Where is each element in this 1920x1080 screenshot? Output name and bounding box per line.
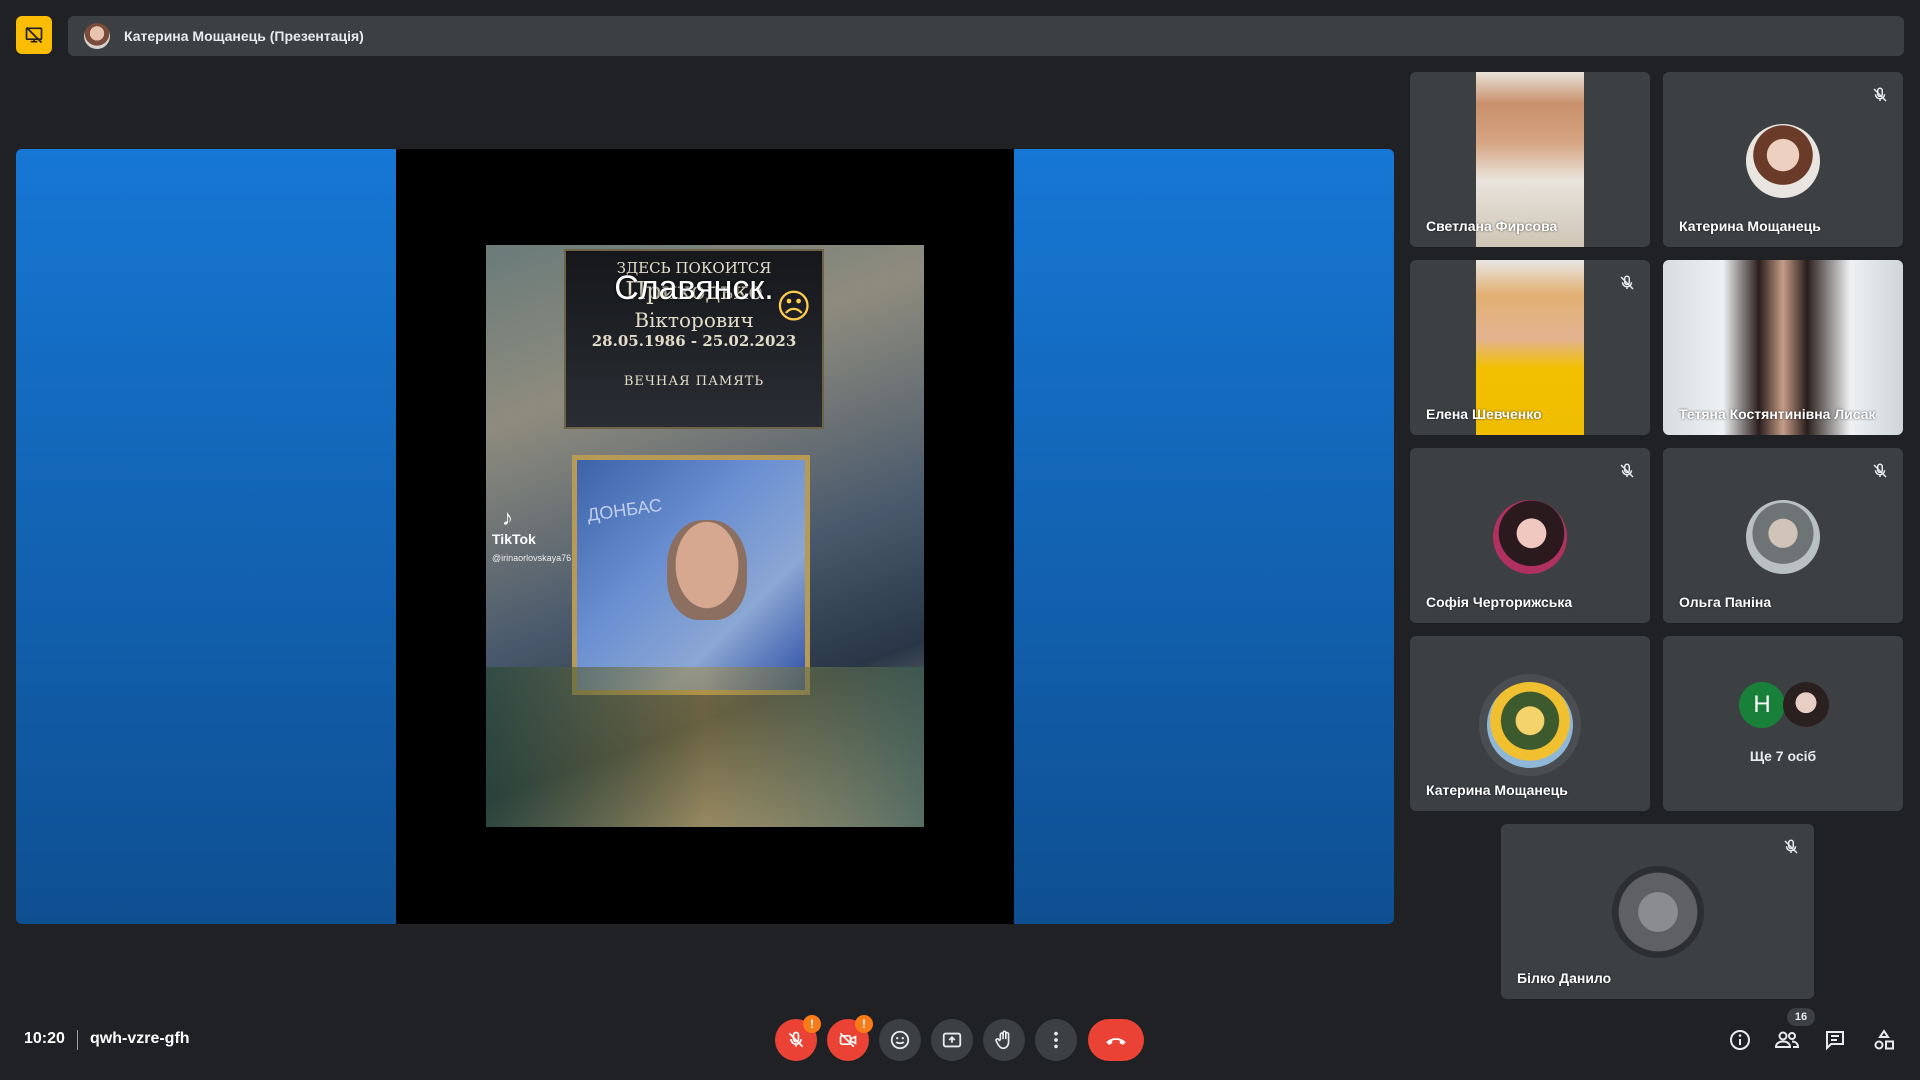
- portrait-face: [667, 520, 747, 620]
- plaque-line4: ВЕЧНАЯ ПАМЯТЬ: [623, 374, 765, 389]
- hang-up-icon: [1106, 1038, 1126, 1045]
- warning-badge: !: [855, 1015, 873, 1033]
- video-frame: ЗДЕСЬ ПОКОИТСЯ Приходько Славянск. Вікто…: [396, 149, 1014, 924]
- participant-name: Катерина Мощанець: [1426, 782, 1568, 798]
- participant-name: Катерина Мощанець: [1679, 218, 1821, 234]
- participant-count-badge: 16: [1787, 1008, 1815, 1026]
- divider: [77, 1030, 78, 1050]
- participant-tile[interactable]: Катерина Мощанець: [1663, 72, 1903, 247]
- leave-call-button[interactable]: [1088, 1019, 1144, 1061]
- activities-button[interactable]: [1869, 1025, 1899, 1055]
- more-vert-icon: [1054, 1031, 1058, 1049]
- participant-name: Тетяна Костянтинівна Лисак: [1679, 406, 1876, 422]
- chat-button[interactable]: [1820, 1025, 1850, 1055]
- more-participant-avatar: [1783, 682, 1829, 728]
- memorial-portrait: ДОНБАС: [572, 455, 810, 695]
- participant-name: Светлана Фирсова: [1426, 218, 1558, 234]
- people-icon: [1774, 1031, 1800, 1048]
- participant-tile[interactable]: Софія Черторижська: [1410, 448, 1650, 623]
- participant-name: Ольга Паніна: [1679, 594, 1772, 610]
- tiktok-handle: @irinaorlovskaya76: [492, 553, 572, 563]
- tiktok-icon: ♪: [502, 505, 513, 530]
- participant-name: Софія Черторижська: [1426, 594, 1573, 610]
- participant-tile[interactable]: Елена Шевченко: [1410, 260, 1650, 435]
- emoji-icon: [890, 1030, 910, 1050]
- mic-off-icon: [1620, 275, 1634, 290]
- shared-screen: ЗДЕСЬ ПОКОИТСЯ Приходько Славянск. Вікто…: [16, 149, 1394, 924]
- plaque-dates: 28.05.1986 - 25.02.2023: [591, 332, 797, 350]
- mic-off-icon: [1784, 839, 1798, 854]
- mic-off-icon: [1620, 463, 1634, 478]
- info-icon: [1730, 1030, 1750, 1050]
- reactions-button[interactable]: [879, 1019, 921, 1061]
- participant-avatar: [1493, 500, 1567, 574]
- raise-hand-button[interactable]: [983, 1019, 1025, 1061]
- flowers-decoration: [486, 667, 924, 827]
- more-participant-initial: Н: [1739, 682, 1785, 728]
- present-now-button[interactable]: [931, 1019, 973, 1061]
- more-participants-tile[interactable]: Н Ще 7 осіб: [1663, 636, 1903, 811]
- presentation-icon[interactable]: [16, 16, 52, 54]
- portrait-text: ДОНБАС: [585, 494, 664, 526]
- more-participants-label: Ще 7 осіб: [1749, 748, 1817, 764]
- presentation-banner: Катерина Мощанець (Презентація): [68, 16, 1904, 56]
- shapes-icon: [1874, 1029, 1894, 1050]
- participant-tile[interactable]: Тетяна Костянтинівна Лисак: [1663, 260, 1903, 435]
- meeting-details-button[interactable]: [1725, 1025, 1755, 1055]
- hand-icon: [995, 1030, 1010, 1050]
- participant-name: Елена Шевченко: [1426, 406, 1542, 422]
- more-options-button[interactable]: [1035, 1019, 1077, 1061]
- mic-off-icon: [1873, 463, 1887, 478]
- sad-emoji-icon: ☹: [776, 288, 812, 326]
- participant-avatar: [1746, 124, 1820, 198]
- shared-image: ЗДЕСЬ ПОКОИТСЯ Приходько Славянск. Вікто…: [486, 245, 924, 827]
- participant-name: Білко Данило: [1517, 970, 1612, 986]
- presentation-title: Катерина Мощанець (Презентація): [124, 28, 364, 44]
- mic-toggle-button[interactable]: !: [775, 1015, 821, 1061]
- stop-present-icon: [25, 26, 43, 44]
- mic-off-icon: [788, 1031, 804, 1048]
- warning-badge: !: [803, 1015, 821, 1033]
- participant-avatar: [1611, 866, 1704, 958]
- participant-tile[interactable]: Светлана Фирсова: [1410, 72, 1650, 247]
- participant-tile[interactable]: Ольга Паніна: [1663, 448, 1903, 623]
- camera-toggle-button[interactable]: !: [827, 1015, 873, 1061]
- participant-avatar: [1746, 500, 1820, 574]
- participant-tile[interactable]: Катерина Мощанець: [1410, 636, 1650, 811]
- meeting-time: 10:20: [24, 1030, 65, 1047]
- people-button[interactable]: [1772, 1025, 1802, 1055]
- camera-off-icon: [839, 1032, 857, 1048]
- present-screen-icon: [942, 1032, 962, 1048]
- memorial-plaque: ЗДЕСЬ ПОКОИТСЯ Приходько Славянск. Вікто…: [564, 249, 824, 429]
- presenter-avatar: [84, 23, 110, 49]
- tiktok-watermark: ♪ TikTok: [492, 505, 536, 547]
- participant-tile[interactable]: Білко Данило: [1501, 824, 1814, 999]
- meeting-code[interactable]: qwh-vzre-gfh: [90, 1030, 190, 1048]
- participant-avatar: [1487, 682, 1573, 768]
- mic-off-icon: [1873, 87, 1887, 102]
- chat-icon: [1826, 1031, 1844, 1051]
- tiktok-label: TikTok: [492, 531, 536, 547]
